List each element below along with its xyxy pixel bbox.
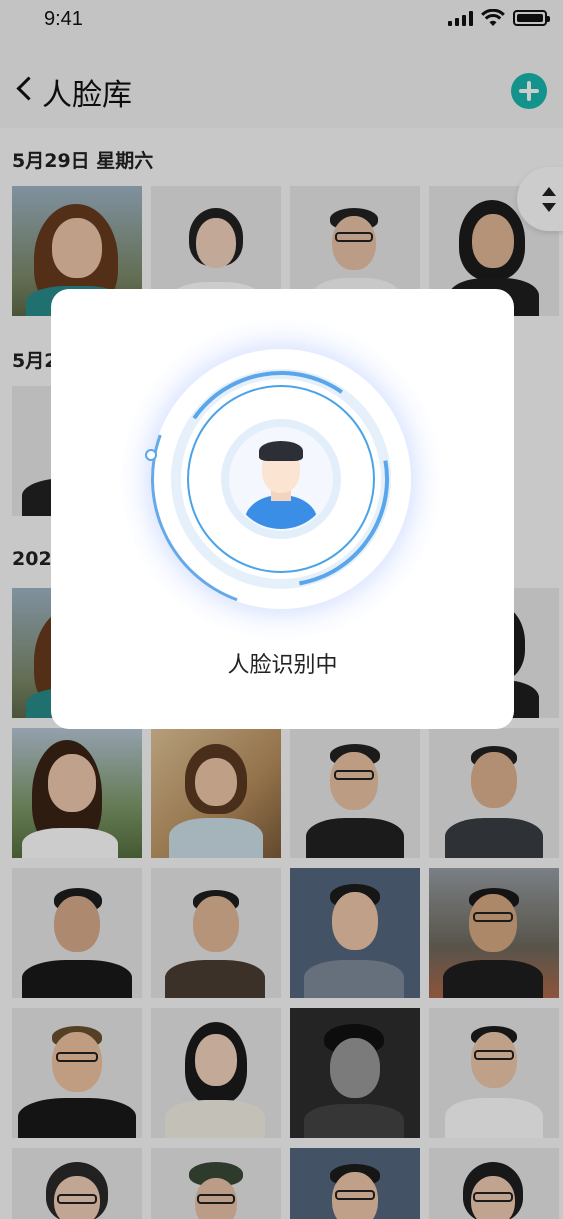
user-avatar-icon	[231, 429, 331, 529]
recognition-status-label: 人脸识别中	[227, 653, 338, 678]
scanner-ring	[108, 306, 454, 652]
face-recognition-dialog: 人脸识别中	[51, 289, 514, 729]
